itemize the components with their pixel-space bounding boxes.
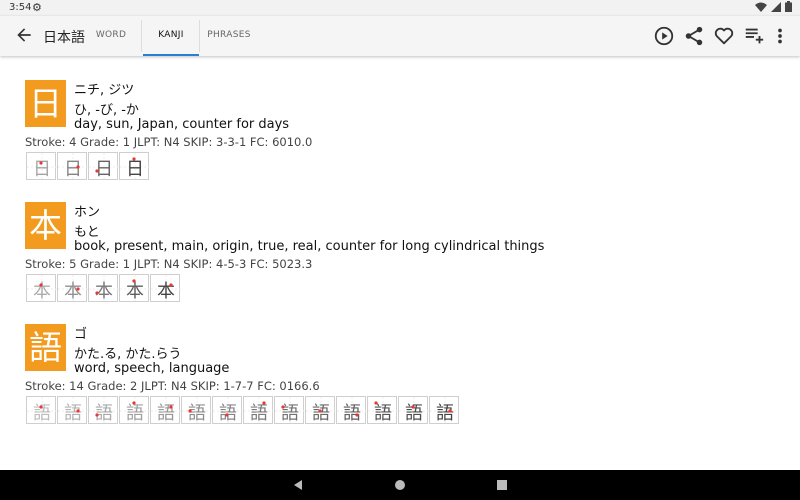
stroke-cell: 語 [119,396,150,425]
app-title: 日本語 [43,30,85,46]
tab-divider [199,20,200,52]
svg-text:語: 語 [219,403,237,424]
home-nav-icon[interactable] [385,470,415,500]
svg-text:本: 本 [95,281,113,302]
stroke-cell: 語 [57,396,88,425]
stroke-cell: 語 [88,396,119,425]
stroke-cell: 語 [26,396,57,425]
favorite-icon[interactable] [713,25,735,47]
svg-text:本: 本 [126,281,144,302]
kun-reading: かた.る, かた.らう [74,347,182,362]
meaning: day, sun, Japan, counter for days [74,117,290,132]
svg-text:本: 本 [64,281,82,302]
back-arrow-icon[interactable] [14,25,34,45]
stroke-cell: 本 [26,274,57,303]
stroke-cell: 語 [305,396,336,425]
stroke-cell: 日 [119,152,150,181]
system-icons [754,1,792,15]
battery-icon [785,1,792,12]
system-nav-bar [0,470,800,500]
svg-text:語: 語 [436,403,454,424]
share-icon[interactable] [683,25,705,47]
svg-text:語: 語 [64,403,82,424]
stroke-cell: 本 [119,274,150,303]
svg-text:日: 日 [95,159,113,180]
tab-kanji[interactable]: KANJI [143,16,199,56]
stroke-cell: 語 [212,396,243,425]
stroke-cell: 本 [88,274,119,303]
playlist-add-icon[interactable] [743,25,765,47]
stroke-cell: 語 [429,396,460,425]
svg-text:語: 語 [250,403,268,424]
on-reading: ゴ [74,327,88,342]
svg-text:日: 日 [64,159,82,180]
stroke-cell: 本 [57,274,88,303]
tab-phrases[interactable]: PHRASES [201,16,257,56]
stroke-order: 本本本本本 [26,274,181,303]
tab-divider [141,20,142,52]
stroke-order: 語語語語語語語語語語語語語語 [26,396,460,425]
svg-text:語: 語 [95,403,113,424]
svg-text:語: 語 [374,403,392,424]
play-icon[interactable] [653,25,675,47]
stroke-cell: 語 [398,396,429,425]
stroke-cell: 本 [150,274,181,303]
kanji-stats: Stroke: 4 Grade: 1 JLPT: N4 SKIP: 3-3-1 … [25,135,313,149]
kun-reading: ひ, -び, -か [74,103,139,118]
kun-reading: もと [74,225,100,240]
meaning: book, present, main, origin, true, real,… [74,239,545,254]
kanji-character[interactable]: 日 [25,80,66,127]
svg-text:日: 日 [126,159,144,180]
status-bar: 3:54 ⚙ [0,0,800,16]
svg-text:語: 語 [188,403,206,424]
kanji-character[interactable]: 語 [25,324,66,371]
more-vert-icon[interactable] [770,25,790,47]
status-time: 3:54 [9,2,32,13]
on-reading: ホン [74,205,101,220]
stroke-cell: 日 [88,152,119,181]
kanji-character[interactable]: 本 [25,202,66,249]
app-bar: 日本語 WORD KANJI PHRASES [0,16,800,56]
svg-text:語: 語 [126,403,144,424]
gear-icon: ⚙ [32,1,42,14]
kanji-stats: Stroke: 5 Grade: 1 JLPT: N4 SKIP: 4-5-3 … [25,257,313,271]
wifi-icon [754,2,767,12]
recents-nav-icon[interactable] [487,470,517,500]
kanji-stats: Stroke: 14 Grade: 2 JLPT: N4 SKIP: 1-7-7… [25,379,320,393]
svg-text:語: 語 [312,403,330,424]
stroke-cell: 語 [367,396,398,425]
back-nav-icon[interactable] [283,470,313,500]
meaning: word, speech, language [74,361,230,376]
stroke-cell: 日 [57,152,88,181]
stroke-cell: 語 [336,396,367,425]
svg-text:語: 語 [343,403,361,424]
stroke-cell: 語 [181,396,212,425]
stroke-order: 日日日日 [26,152,150,181]
tab-word[interactable]: WORD [87,16,135,56]
stroke-cell: 語 [150,396,181,425]
stroke-cell: 日 [26,152,57,181]
stroke-cell: 語 [243,396,274,425]
signal-icon [770,2,781,12]
stroke-cell: 語 [274,396,305,425]
on-reading: ニチ, ジツ [74,83,135,98]
